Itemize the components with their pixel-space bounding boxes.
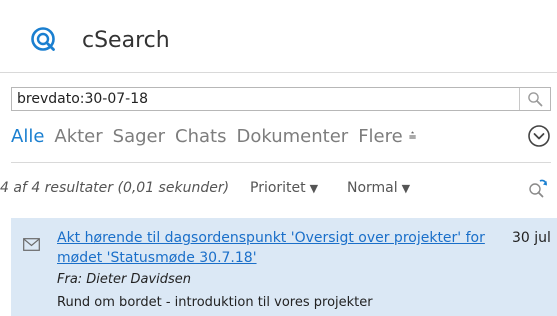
search-box (11, 87, 551, 111)
tab-flere-label: Flere (358, 125, 403, 147)
result-item[interactable]: Akt hørende til dagsordenspunkt 'Oversig… (11, 218, 557, 316)
search-icon (528, 92, 543, 107)
sort-dropdown[interactable]: Prioritet ▼ (250, 180, 318, 196)
filter-arrow-icon: ⩮ (408, 129, 417, 144)
result-count: 4 af 4 resultater (0,01 sekunder) (0, 180, 230, 196)
category-tabs: Alle Akter Sager Chats Dokumenter Flere ⩮ (11, 124, 426, 148)
header-divider (0, 72, 557, 73)
result-date: 30 jul (512, 230, 551, 246)
tab-sager[interactable]: Sager (113, 126, 165, 147)
results-toolbar: 4 af 4 resultater (0,01 sekunder) Priori… (0, 178, 557, 200)
chevron-down-circle-icon[interactable] (527, 124, 551, 148)
tabs-divider (11, 162, 551, 163)
tab-dokumenter[interactable]: Dokumenter (236, 126, 348, 147)
caret-down-icon: ▼ (401, 182, 411, 195)
sort-dropdown-label: Prioritet (250, 180, 306, 196)
tab-flere[interactable]: Flere ⩮ (358, 126, 416, 147)
search-input[interactable] (12, 88, 517, 110)
tab-akter[interactable]: Akter (54, 126, 102, 147)
tab-chats[interactable]: Chats (175, 126, 226, 147)
tab-alle[interactable]: Alle (11, 126, 44, 147)
search-logo-icon (31, 27, 55, 51)
mail-icon (23, 238, 40, 251)
header: cSearch (0, 0, 557, 72)
caret-down-icon: ▼ (309, 182, 319, 195)
result-title-link[interactable]: Akt hørende til dagsordenspunkt 'Oversig… (57, 228, 499, 268)
result-sender: Fra: Dieter Davidsen (57, 272, 192, 287)
refresh-search-icon[interactable] (526, 178, 550, 200)
order-dropdown-label: Normal (347, 180, 398, 196)
search-button[interactable] (519, 88, 550, 110)
result-snippet: Rund om bordet - introduktion til vores … (57, 295, 373, 310)
app-title: cSearch (82, 28, 170, 53)
order-dropdown[interactable]: Normal ▼ (347, 180, 410, 196)
csearch-panel: cSearch Alle Akter Sager Chats Dokumente… (0, 0, 557, 316)
